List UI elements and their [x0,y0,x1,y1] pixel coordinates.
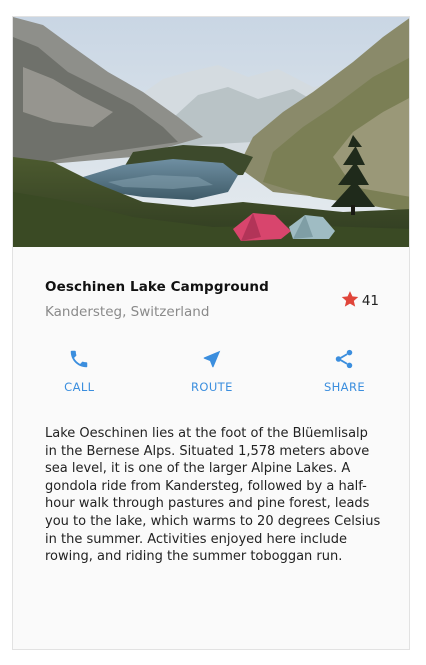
place-description: Lake Oeschinen lies at the foot of the B… [45,426,381,565]
place-title: Oeschinen Lake Campground [45,279,269,295]
call-button[interactable]: CALL [13,347,146,394]
action-bar: CALL ROUTE SHARE [13,347,409,394]
place-location: Kandersteg, Switzerland [45,304,210,320]
share-label: SHARE [323,380,366,394]
route-button[interactable]: ROUTE [146,347,279,394]
detail-card: Oeschinen Lake Campground Kandersteg, Sw… [12,16,410,650]
lake-photo [13,17,409,247]
share-button[interactable]: SHARE [278,347,409,394]
rating-count: 41 [361,293,379,309]
star-icon [340,289,360,313]
title-section: Oeschinen Lake Campground Kandersteg, Sw… [45,279,385,320]
route-label: ROUTE [191,380,233,394]
call-label: CALL [64,380,95,394]
phone-icon [68,347,90,371]
rating: 41 [340,289,379,313]
navigation-arrow-icon [201,347,223,371]
share-icon [333,347,355,371]
